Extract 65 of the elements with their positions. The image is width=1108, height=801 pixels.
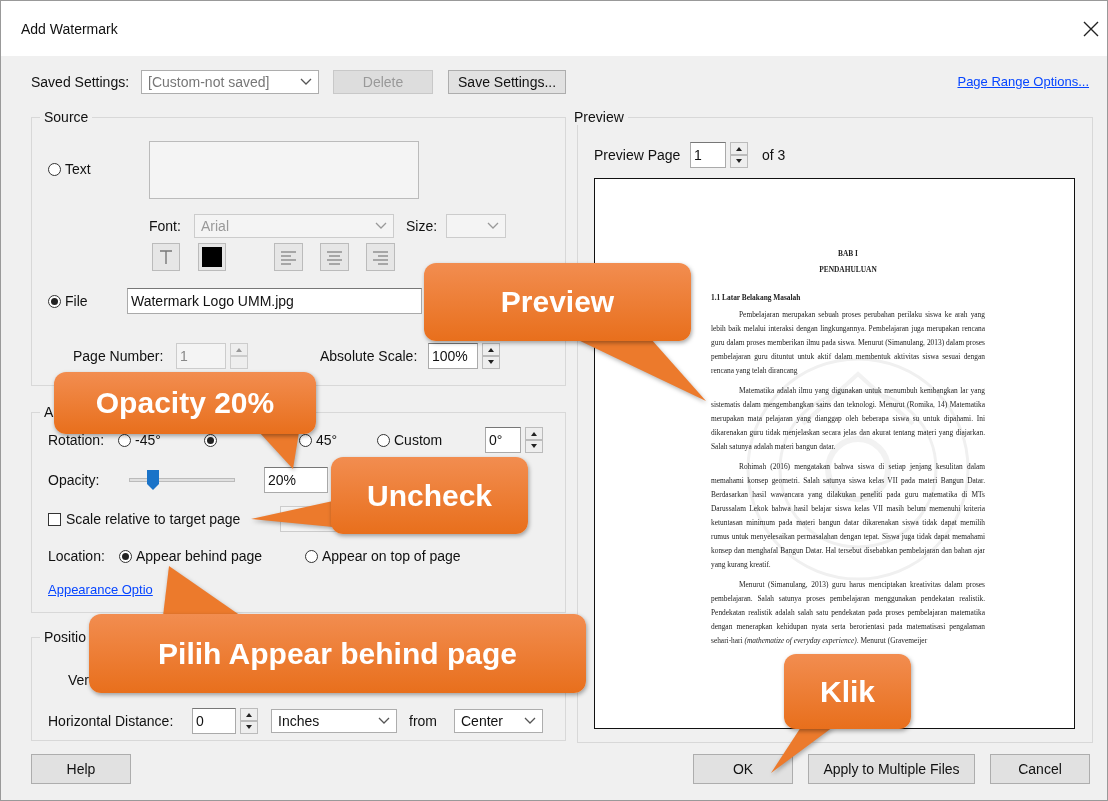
page-count-label: of 3: [762, 147, 786, 163]
chevron-down-icon: [524, 717, 536, 725]
chevron-down-icon: [487, 222, 499, 230]
preview-page-label: Preview Page: [594, 147, 682, 163]
dialog-button[interactable]: OK: [693, 754, 793, 784]
close-icon[interactable]: [1083, 20, 1099, 37]
location-label: Location:: [48, 548, 106, 564]
size-label: Size:: [406, 218, 439, 234]
callout: Klik: [784, 654, 911, 729]
radio-button[interactable]: [48, 294, 61, 308]
group-legend: Source: [40, 109, 93, 125]
color-swatch-button[interactable]: [198, 243, 226, 271]
spin-buttons[interactable]: [482, 343, 500, 369]
font-label: Font:: [149, 218, 182, 234]
slider-thumb[interactable]: [146, 470, 159, 490]
preview-page-field[interactable]: 1: [690, 142, 726, 168]
radio-label: Custom: [394, 432, 443, 448]
anchor-dropdown[interactable]: Center: [454, 709, 543, 733]
from-label: from: [409, 713, 438, 729]
radio-label: Appear behind page: [136, 548, 263, 564]
group-legend: Positio: [40, 629, 91, 645]
callout: Opacity 20%: [54, 372, 316, 434]
callout: Pilih Appear behind page: [89, 614, 586, 693]
radio-label: 45°: [316, 432, 338, 448]
watermark-text-field[interactable]: [149, 141, 419, 199]
vertical-distance-label: Ver: [68, 672, 89, 688]
dialog-button[interactable]: Cancel: [990, 754, 1090, 784]
radio-button[interactable]: [119, 549, 132, 563]
page-range-link[interactable]: Page Range Options...: [957, 74, 1089, 89]
spin-buttons[interactable]: [730, 142, 748, 168]
dialog-button[interactable]: Apply to Multiple Files: [808, 754, 975, 784]
dialog-button[interactable]: Help: [31, 754, 131, 784]
spin-buttons[interactable]: [525, 427, 543, 453]
callout: Uncheck: [331, 457, 528, 534]
chevron-down-icon: [300, 77, 313, 86]
rotation-label: Rotation:: [48, 432, 106, 448]
radio-button[interactable]: [48, 162, 61, 176]
radio-label: -45°: [135, 432, 161, 448]
unit-dropdown[interactable]: Inches: [271, 709, 397, 733]
callout: Preview: [424, 263, 691, 341]
radio-label: Appear on top of page: [322, 548, 461, 564]
spin-buttons[interactable]: [240, 708, 258, 734]
radio-label: Text: [65, 161, 91, 177]
file-field[interactable]: Watermark Logo UMM.jpg: [127, 288, 422, 314]
page-number-label: Page Number:: [73, 348, 165, 364]
radio-button[interactable]: [299, 433, 312, 447]
chevron-down-icon: [375, 222, 387, 230]
chevron-down-icon: [378, 717, 390, 725]
opacity-label: Opacity:: [48, 472, 101, 488]
appearance-options-link[interactable]: Appearance Optio: [48, 581, 153, 597]
horizontal-distance-field[interactable]: 0: [192, 708, 236, 734]
settings-button[interactable]: Save Settings...: [448, 69, 567, 94]
radio-button[interactable]: [377, 433, 390, 447]
horizontal-distance-label: Horizontal Distance:: [48, 713, 175, 729]
saved-settings-label: Saved Settings:: [31, 73, 130, 90]
saved-settings-dropdown[interactable]: [Custom-not saved]: [141, 69, 320, 94]
opacity-field[interactable]: 20%: [264, 467, 328, 493]
radio-label: File: [65, 293, 88, 309]
radio-button[interactable]: [305, 549, 318, 563]
custom-rotation-field[interactable]: 0°: [485, 427, 521, 453]
absolute-scale-field[interactable]: 100%: [428, 343, 478, 369]
checkbox-label: Scale relative to target page: [66, 511, 242, 527]
group-legend: Preview: [570, 109, 628, 125]
absolute-scale-label: Absolute Scale:: [320, 348, 419, 364]
window-title: Add Watermark: [21, 20, 118, 37]
